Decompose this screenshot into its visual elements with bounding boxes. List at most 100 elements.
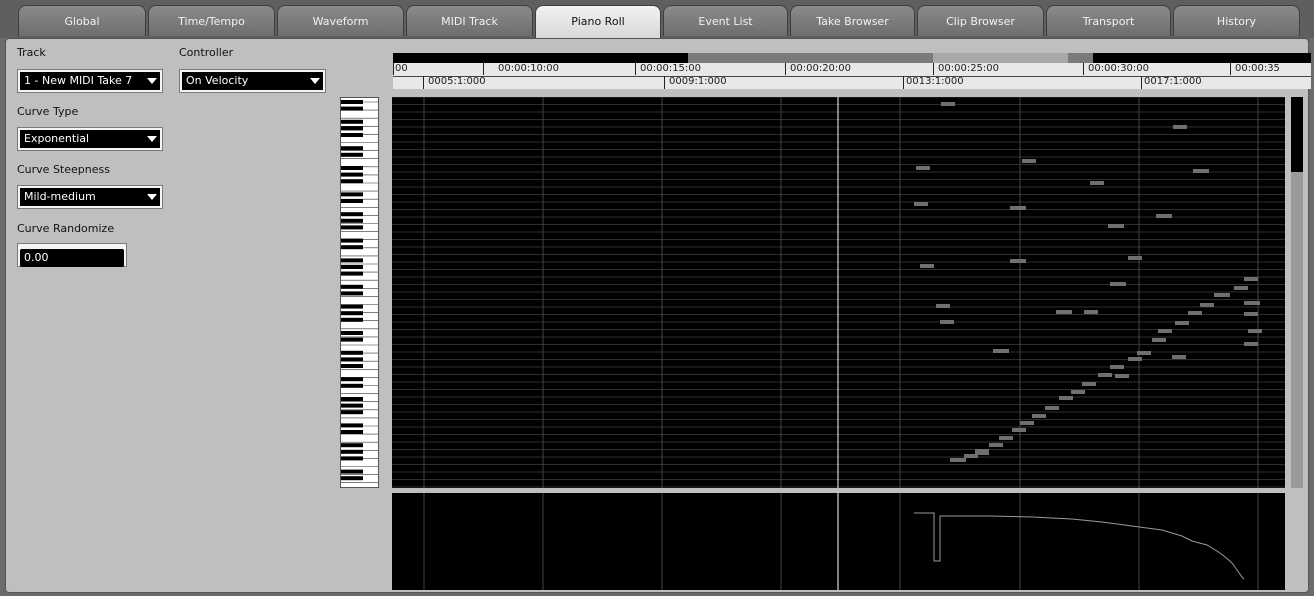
chevron-down-icon bbox=[142, 188, 160, 206]
tab-waveform[interactable]: Waveform bbox=[277, 5, 404, 36]
black-key bbox=[341, 449, 363, 454]
midi-note bbox=[1098, 373, 1112, 377]
tab-take-browser[interactable]: Take Browser bbox=[790, 5, 915, 36]
ruler-time-label: 00:00:10:00 bbox=[498, 63, 560, 74]
ruler-time-label: 00:00:35 bbox=[1235, 63, 1280, 74]
black-key bbox=[341, 265, 363, 269]
midi-note bbox=[975, 449, 989, 453]
midi-note bbox=[1193, 169, 1209, 173]
midi-note bbox=[1059, 396, 1073, 400]
black-key bbox=[341, 291, 363, 296]
curve-type-dropdown[interactable]: Exponential bbox=[17, 127, 163, 151]
overview-region[interactable] bbox=[688, 53, 933, 63]
black-key bbox=[341, 456, 363, 461]
controller-dropdown[interactable]: On Velocity bbox=[179, 69, 326, 93]
tab-transport[interactable]: Transport bbox=[1046, 5, 1171, 36]
black-key bbox=[341, 212, 363, 217]
midi-note bbox=[1045, 406, 1059, 410]
black-key bbox=[341, 317, 363, 322]
timeline[interactable]: 00 00:00:10:00 00:00:15:00 00:00:20:00 0… bbox=[393, 53, 1311, 89]
curve-randomize-field[interactable] bbox=[17, 243, 127, 267]
midi-note bbox=[1071, 390, 1085, 394]
lane-scroll-area bbox=[1285, 493, 1303, 590]
overview-bar[interactable] bbox=[393, 53, 1311, 63]
curve-type-value: Exponential bbox=[24, 132, 90, 145]
tab-midi-track[interactable]: MIDI Track bbox=[406, 5, 533, 36]
midi-note bbox=[1234, 286, 1248, 290]
piano-keyboard[interactable] bbox=[340, 97, 379, 488]
black-key bbox=[341, 364, 363, 368]
curve-steepness-value: Mild-medium bbox=[24, 190, 96, 203]
midi-note bbox=[1152, 338, 1166, 342]
black-key bbox=[341, 179, 363, 184]
black-key bbox=[341, 337, 363, 342]
controller-value: On Velocity bbox=[186, 74, 249, 87]
black-key bbox=[341, 100, 363, 104]
midi-note bbox=[1010, 206, 1026, 210]
tab-clip-browser[interactable]: Clip Browser bbox=[917, 5, 1044, 36]
note-grid-canvas[interactable] bbox=[392, 97, 1285, 488]
time-ruler[interactable]: 00 00:00:10:00 00:00:15:00 00:00:20:00 0… bbox=[393, 63, 1311, 89]
tab-piano-roll[interactable]: Piano Roll bbox=[535, 5, 661, 38]
velocity-lane-canvas[interactable] bbox=[392, 493, 1285, 590]
midi-note bbox=[1012, 428, 1026, 432]
track-dropdown[interactable]: 1 - New MIDI Take 7 bbox=[17, 69, 163, 93]
black-key bbox=[341, 357, 363, 362]
note-grid[interactable] bbox=[392, 97, 1285, 488]
black-key bbox=[341, 106, 363, 111]
curve-steepness-dropdown[interactable]: Mild-medium bbox=[17, 185, 163, 209]
black-key bbox=[341, 119, 363, 124]
midi-note bbox=[1200, 303, 1214, 307]
curve-randomize-label: Curve Randomize bbox=[17, 222, 115, 235]
piano-keys[interactable] bbox=[341, 98, 378, 487]
overview-region bbox=[1068, 53, 1093, 63]
midi-note bbox=[1175, 321, 1189, 325]
ruler-time-label: 00:00:25:00 bbox=[938, 63, 1000, 74]
midi-note bbox=[1244, 301, 1260, 305]
midi-note bbox=[1173, 125, 1187, 129]
midi-note bbox=[1115, 374, 1129, 378]
tab-time-tempo[interactable]: Time/Tempo bbox=[148, 5, 275, 36]
black-key bbox=[341, 245, 363, 250]
black-key bbox=[341, 172, 363, 177]
black-key bbox=[341, 166, 363, 170]
midi-note bbox=[1158, 329, 1172, 333]
black-key bbox=[341, 271, 363, 276]
midi-note bbox=[1214, 293, 1230, 297]
midi-note bbox=[941, 102, 955, 106]
black-key bbox=[341, 469, 363, 474]
chevron-down-icon bbox=[142, 72, 160, 90]
black-key bbox=[341, 304, 363, 309]
ruler-time-label: 00:00:20:00 bbox=[790, 63, 852, 74]
ruler-bar-label: 0013:1:000 bbox=[906, 76, 964, 87]
ruler-time-label: 00 bbox=[395, 63, 408, 74]
black-key bbox=[341, 225, 363, 230]
ruler-time-label: 00:00:30:00 bbox=[1088, 63, 1150, 74]
midi-note bbox=[950, 458, 966, 462]
ruler-bar-label: 0009:1:000 bbox=[669, 76, 727, 87]
tab-event-list[interactable]: Event List bbox=[663, 5, 788, 36]
black-key bbox=[341, 238, 363, 243]
black-key bbox=[341, 146, 363, 151]
midi-note bbox=[964, 454, 978, 458]
black-key bbox=[341, 258, 363, 263]
velocity-lane[interactable] bbox=[392, 493, 1285, 590]
ruler-bar-label: 0005:1:000 bbox=[428, 76, 486, 87]
chevron-down-icon bbox=[305, 72, 323, 90]
tab-global[interactable]: Global bbox=[18, 5, 146, 36]
midi-note bbox=[1188, 311, 1202, 315]
midi-note bbox=[1020, 421, 1034, 425]
curve-randomize-input[interactable] bbox=[20, 248, 124, 267]
midi-note bbox=[1244, 277, 1258, 281]
vertical-scrollbar[interactable] bbox=[1291, 97, 1303, 488]
midi-note bbox=[1056, 310, 1072, 314]
vertical-scrollbar-thumb[interactable] bbox=[1291, 97, 1303, 172]
track-value: 1 - New MIDI Take 7 bbox=[24, 74, 133, 87]
midi-note bbox=[916, 166, 930, 170]
tab-history[interactable]: History bbox=[1173, 5, 1300, 36]
midi-note bbox=[1128, 256, 1142, 260]
black-key bbox=[341, 476, 363, 481]
black-key bbox=[341, 430, 363, 434]
overview-visible-window[interactable] bbox=[933, 53, 1068, 63]
tab-bar: Global Time/Tempo Waveform MIDI Track Pi… bbox=[0, 0, 1314, 38]
